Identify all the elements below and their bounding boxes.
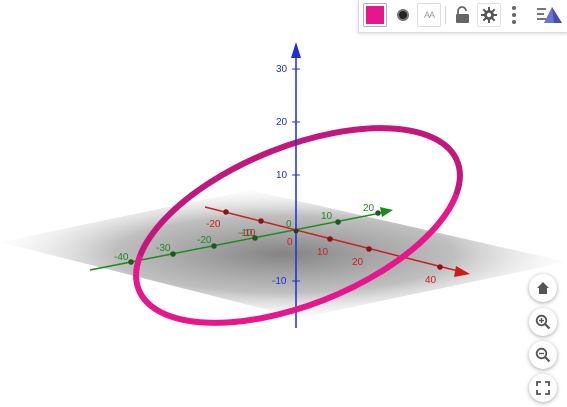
z-tick-label: 20 [276, 117, 288, 128]
point-style-icon [397, 9, 409, 21]
z-axis-arrow [291, 42, 301, 58]
graphics-3d-icon [537, 7, 562, 23]
label-style-icon: AA [423, 10, 435, 20]
y-tick-label: 20 [363, 203, 375, 214]
settings-button[interactable] [477, 3, 501, 27]
style-toolbar: AA [358, 0, 567, 33]
color-button[interactable] [363, 3, 387, 27]
unlock-icon [456, 6, 469, 23]
more-options-button[interactable] [505, 3, 523, 27]
graphics-3d-view[interactable]: -10 10 20 30 -40 -30 -20 -10 0 10 20 -20… [0, 0, 567, 407]
x-tick-label: 10 [317, 247, 329, 258]
x-tick-label: 20 [352, 257, 364, 268]
z-tick-label: 30 [276, 64, 288, 75]
y-tick-label: -30 [156, 243, 171, 254]
zoom-in-icon [535, 314, 551, 330]
fullscreen-icon [536, 381, 550, 395]
xy-plane [0, 190, 567, 318]
y-tick-label: -20 [197, 235, 212, 246]
zoom-out-button[interactable] [529, 341, 557, 369]
gear-icon [481, 7, 497, 23]
zoom-out-icon [535, 347, 551, 363]
label-style-button[interactable]: AA [417, 3, 441, 27]
x-tick-label: -20 [206, 219, 221, 230]
origin-point [293, 228, 299, 234]
point-style-button[interactable] [391, 3, 415, 27]
z-tick-label: 10 [276, 170, 288, 181]
fullscreen-button[interactable] [529, 374, 557, 402]
x-tick-label: -10 [241, 228, 256, 239]
color-swatch-icon [366, 6, 384, 24]
z-tick-label: -10 [272, 276, 287, 287]
y-tick-label: 0 [286, 219, 292, 230]
vertical-dots-icon [512, 6, 516, 24]
x-tick-label: 0 [287, 237, 293, 248]
zoom-in-button[interactable] [529, 308, 557, 336]
toolbar-divider [445, 6, 446, 24]
x-tick-label: 40 [425, 275, 437, 286]
lock-button[interactable] [451, 3, 475, 27]
y-tick-label: -40 [114, 252, 129, 263]
y-axis-arrow [380, 207, 393, 217]
standard-view-button[interactable] [529, 274, 557, 302]
view-style-button[interactable] [535, 3, 565, 27]
y-tick-label: 10 [321, 211, 333, 222]
home-icon [537, 282, 549, 294]
